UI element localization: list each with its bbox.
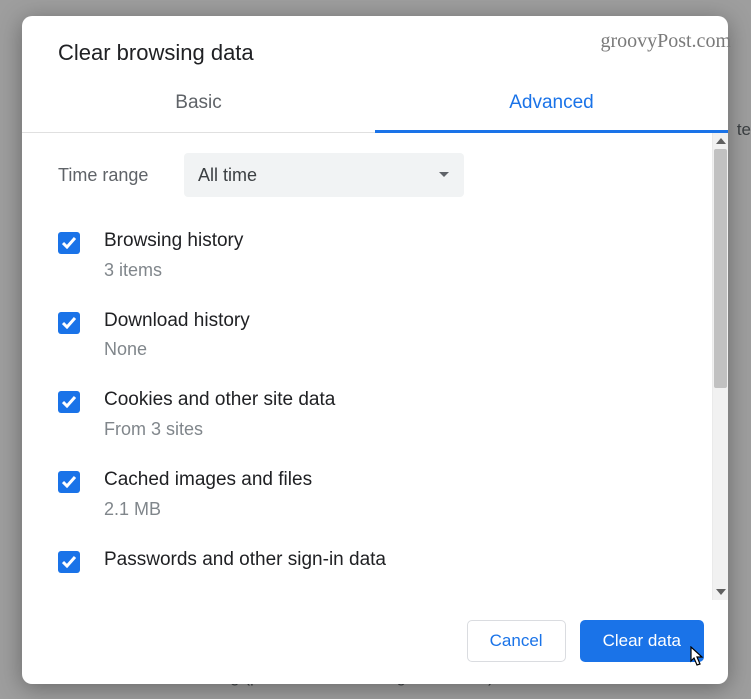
checkbox-browsing-history[interactable]: [58, 232, 80, 254]
cursor-icon: [689, 646, 707, 668]
time-range-value: All time: [198, 165, 257, 186]
time-range-label: Time range: [58, 165, 184, 186]
option-title: Passwords and other sign-in data: [104, 548, 386, 573]
scroll-thumb[interactable]: [714, 149, 727, 388]
checkbox-download-history[interactable]: [58, 312, 80, 334]
scrollbar[interactable]: [712, 133, 728, 600]
scroll-up-button[interactable]: [713, 133, 728, 149]
option-cookies[interactable]: Cookies and other site data From 3 sites: [58, 374, 696, 454]
tab-basic[interactable]: Basic: [22, 78, 375, 133]
checkbox-passwords[interactable]: [58, 551, 80, 573]
option-title: Cookies and other site data: [104, 388, 335, 413]
option-passwords[interactable]: Passwords and other sign-in data: [58, 534, 696, 587]
checkbox-cookies[interactable]: [58, 391, 80, 413]
clear-data-button[interactable]: Clear data: [580, 620, 704, 662]
chevron-down-icon: [438, 171, 450, 179]
clear-data-button-label: Clear data: [603, 631, 681, 651]
option-title: Cached images and files: [104, 468, 312, 493]
option-title: Browsing history: [104, 229, 243, 254]
cancel-button[interactable]: Cancel: [467, 620, 566, 662]
option-cached[interactable]: Cached images and files 2.1 MB: [58, 454, 696, 534]
scroll-track[interactable]: [713, 149, 728, 584]
option-subtitle: From 3 sites: [104, 419, 335, 440]
option-title: Download history: [104, 309, 250, 334]
watermark-text: groovyPost.com: [600, 30, 731, 53]
tab-advanced[interactable]: Advanced: [375, 78, 728, 133]
option-subtitle: 3 items: [104, 260, 243, 281]
option-subtitle: 2.1 MB: [104, 499, 312, 520]
dialog-footer: Cancel Clear data: [22, 600, 728, 684]
option-browsing-history[interactable]: Browsing history 3 items: [58, 215, 696, 295]
scroll-down-button[interactable]: [713, 584, 728, 600]
clear-browsing-data-dialog: Clear browsing data Basic Advanced Time …: [22, 16, 728, 684]
background-page-text-right: te: [737, 120, 751, 140]
option-subtitle: None: [104, 339, 250, 360]
dialog-tabs: Basic Advanced: [22, 78, 728, 133]
option-download-history[interactable]: Download history None: [58, 295, 696, 375]
time-range-select[interactable]: All time: [184, 153, 464, 197]
checkbox-cached[interactable]: [58, 471, 80, 493]
